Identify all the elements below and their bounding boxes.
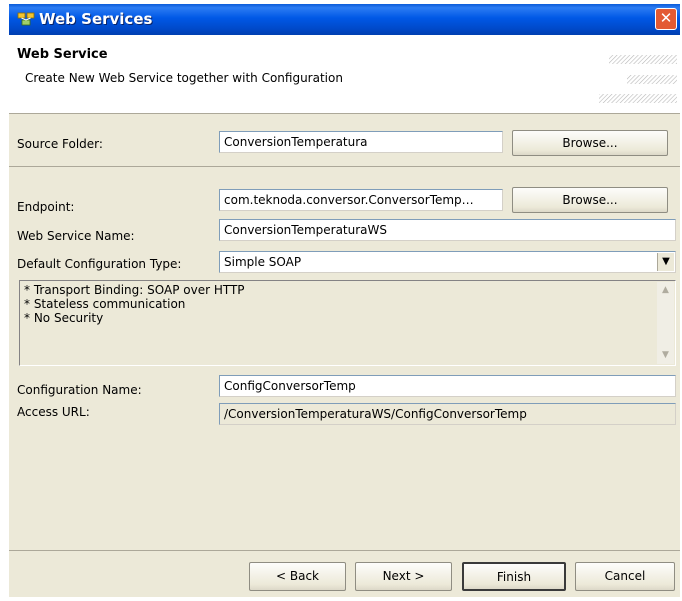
config-name-input[interactable]: ConfigConversorTemp — [219, 375, 676, 397]
endpoint-input[interactable]: com.teknoda.conversor.ConversorTemp… — [219, 189, 503, 211]
access-url-label: Access URL: — [17, 405, 90, 419]
config-type-value: Simple SOAP — [224, 255, 302, 269]
access-url-field: /ConversionTemperaturaWS/ConfigConversor… — [219, 403, 676, 425]
web-services-dialog: Web Services ✕ Web Service Create New We… — [9, 4, 680, 597]
page-title: Web Service — [17, 47, 108, 62]
config-type-label: Default Configuration Type: — [17, 257, 182, 271]
dropdown-arrow-icon[interactable]: ▼ — [657, 253, 674, 271]
endpoint-label: Endpoint: — [17, 200, 75, 214]
endpoint-browse-button[interactable]: Browse... — [512, 187, 668, 213]
description-line: * Stateless communication — [24, 297, 186, 311]
wizard-header: Web Service Create New Web Service toget… — [9, 35, 680, 114]
close-icon: ✕ — [659, 9, 673, 27]
title-bar[interactable]: Web Services ✕ — [9, 4, 680, 35]
scroll-up-icon[interactable]: ▲ — [657, 282, 674, 299]
wizard-banner-icon — [599, 55, 677, 103]
description-line: * Transport Binding: SOAP over HTTP — [24, 283, 245, 297]
source-folder-input[interactable]: ConversionTemperatura — [219, 131, 503, 153]
source-folder-browse-button[interactable]: Browse... — [512, 130, 668, 156]
window-title: Web Services — [39, 10, 153, 28]
page-description: Create New Web Service together with Con… — [25, 71, 343, 85]
separator — [9, 166, 680, 167]
source-folder-label: Source Folder: — [17, 137, 103, 151]
config-description-area[interactable]: * Transport Binding: SOAP over HTTP * St… — [19, 280, 676, 366]
scroll-down-icon[interactable]: ▼ — [657, 347, 674, 364]
back-button[interactable]: < Back — [249, 562, 346, 591]
config-type-select[interactable]: Simple SOAP ▼ — [219, 251, 676, 273]
service-name-input[interactable]: ConversionTemperaturaWS — [219, 219, 676, 241]
finish-button[interactable]: Finish — [462, 562, 566, 591]
next-button[interactable]: Next > — [355, 562, 452, 591]
vertical-scrollbar[interactable]: ▲ ▼ — [657, 282, 674, 364]
service-name-label: Web Service Name: — [17, 229, 135, 243]
footer-separator — [9, 550, 680, 551]
web-services-icon — [17, 12, 35, 26]
config-name-label: Configuration Name: — [17, 383, 142, 397]
close-button[interactable]: ✕ — [655, 8, 677, 30]
cancel-button[interactable]: Cancel — [575, 562, 675, 591]
description-line: * No Security — [24, 311, 104, 325]
